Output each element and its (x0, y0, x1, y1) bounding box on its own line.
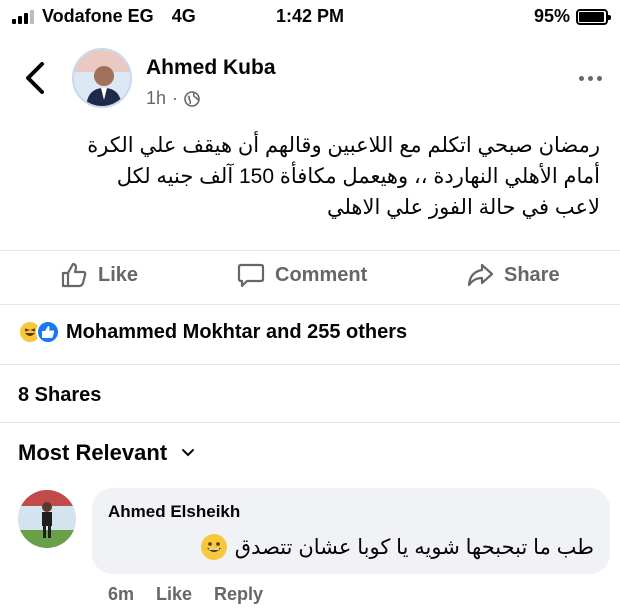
meta-separator: · (172, 88, 179, 108)
battery-icon (576, 8, 611, 25)
comment-text-content: طب ما تبحبحها شويه يا كوبا عشان تتصدق (234, 535, 594, 559)
reaction-icons (18, 320, 60, 344)
comment-text: طب ما تبحبحها شويه يا كوبا عشان تتصدق (200, 534, 594, 560)
share-label: Share (504, 263, 560, 286)
divider (0, 364, 620, 365)
author-avatar[interactable] (72, 48, 132, 108)
comment-reply-button[interactable]: Reply (214, 584, 263, 605)
chevron-down-icon (182, 449, 195, 457)
post-text-line: أمام الأهلي النهاردة ،، وهيعمل مكافأة 15… (116, 165, 600, 188)
comment-bubble-icon (237, 263, 265, 288)
commenter-avatar[interactable] (18, 490, 76, 548)
reactions-summary[interactable]: Mohammed Mokhtar and 255 others (18, 320, 407, 344)
avatar-photo (74, 50, 130, 106)
battery-group: 95% (533, 6, 611, 27)
divider (0, 304, 620, 305)
post-time: 1h (146, 88, 167, 108)
comment-button[interactable]: Comment (237, 261, 367, 289)
post-text-line: لاعب في حالة الفوز علي الاهلي (326, 196, 600, 219)
shares-count[interactable]: 8 Shares (18, 384, 101, 407)
comment-footer: 6m Like Reply (108, 584, 263, 605)
status-bar: Vodafone EG 4G 1:42 PM 95% (0, 0, 620, 34)
globe-icon (184, 90, 200, 107)
battery-percent: 95% (533, 6, 570, 26)
grinning-emoji-icon (200, 534, 227, 560)
back-chevron-icon[interactable] (22, 60, 48, 96)
post-text: رمضان صبحي اتكلم مع اللاعبين وقالهم أن ه… (10, 130, 600, 223)
share-arrow-icon (467, 263, 494, 287)
commenter-photo (18, 490, 76, 548)
share-button[interactable]: Share (466, 261, 560, 289)
like-label: Like (98, 263, 139, 286)
comment-label: Comment (275, 263, 368, 286)
sort-label: Most Relevant (18, 440, 168, 465)
post-text-line: رمضان صبحي اتكلم مع اللاعبين وقالهم أن ه… (87, 134, 600, 157)
like-button[interactable]: Like (60, 261, 138, 289)
comment-author[interactable]: Ahmed Elsheikh (108, 502, 240, 522)
comment-time: 6m (108, 584, 135, 604)
divider (0, 422, 620, 423)
more-options-icon[interactable] (579, 76, 602, 81)
post-author[interactable]: Ahmed Kuba (146, 56, 276, 80)
like-reaction-icon (36, 320, 60, 344)
post-actions: Like Comment Share (0, 250, 620, 300)
comment-like-button[interactable]: Like (156, 584, 192, 605)
post-meta: 1h · (146, 88, 200, 109)
comment-bubble[interactable]: Ahmed Elsheikh طب ما تبحبحها شويه يا كوب… (92, 488, 610, 574)
post-header: Ahmed Kuba 1h · (0, 40, 620, 120)
reactions-text: Mohammed Mokhtar and 255 others (66, 320, 408, 343)
comments-sort-dropdown[interactable]: Most Relevant (18, 440, 195, 466)
thumbs-up-icon (61, 262, 87, 288)
clock: 1:42 PM (275, 6, 345, 26)
